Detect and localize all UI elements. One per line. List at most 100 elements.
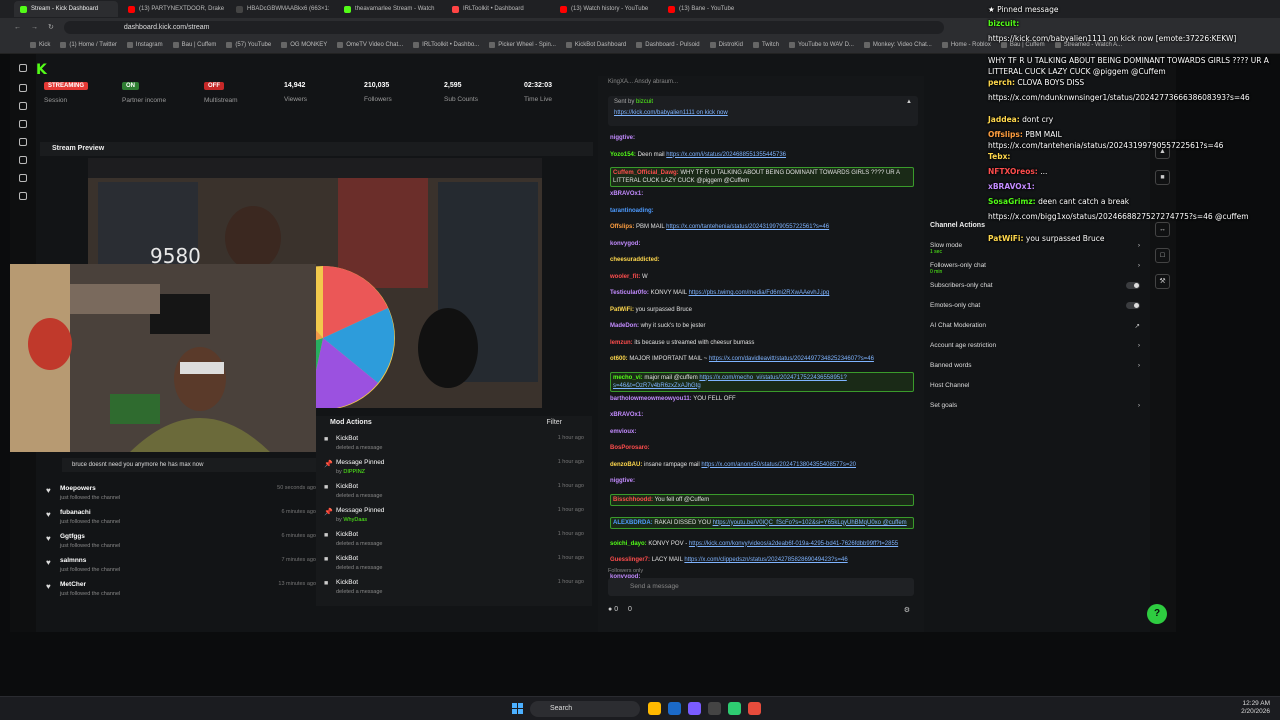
bookmark-item[interactable]: OmeTV Video Chat... <box>337 41 403 48</box>
bookmark-item[interactable]: Monkey: Video Chat... <box>863 41 932 48</box>
trophy-icon[interactable] <box>19 120 27 128</box>
channel-action-item[interactable]: Set goals › <box>930 402 1144 409</box>
browser-tab[interactable]: IRLToolkit • Dashboard <box>446 1 550 17</box>
chat-message[interactable]: ot600: MAJOR IMPORTANT MAIL ~ https://x.… <box>610 355 914 363</box>
chat-message[interactable]: ALEXBDRDA: RAKAI DISSED YOU https://yout… <box>610 516 914 529</box>
chat-emote-icon[interactable]: ● <box>608 606 612 613</box>
chat-link[interactable]: https://kick.com/konvy/videos/a2deab6f-0… <box>689 541 898 547</box>
chat-username[interactable]: Testicular0fo: <box>610 290 649 296</box>
chat-username[interactable]: Yozo154: <box>610 152 636 158</box>
follower-name[interactable]: MetCher <box>60 581 86 588</box>
follower-name[interactable]: fubanachi <box>60 509 91 516</box>
chat-message[interactable]: bartholowmeowmeowyou11: YOU FELL OFF <box>610 395 914 403</box>
chat-message[interactable]: BosPorosaro: <box>610 444 914 452</box>
mod-action-item[interactable]: ■ KickBot deleted a message 1 hour ago <box>316 432 592 456</box>
discord-icon[interactable] <box>688 702 701 715</box>
chat-message[interactable]: konvygod: <box>610 240 914 248</box>
kick-app-icon[interactable] <box>728 702 741 715</box>
pinned-message[interactable]: Sent by bizcuit https://kick.com/babyali… <box>608 96 918 126</box>
chat-username[interactable]: PatWiFi: <box>610 307 634 313</box>
chat-message[interactable]: mecho_vi: major mail @cuffem https://x.c… <box>610 371 914 392</box>
app-icon[interactable] <box>708 702 721 715</box>
chat-username[interactable]: denzoBAU: <box>610 462 642 468</box>
analytics-icon[interactable] <box>19 102 27 110</box>
mod-action-item[interactable]: 📌 Message Pinned by DIPPINZ 1 hour ago <box>316 456 592 480</box>
chat-username[interactable]: cheesuraddicted: <box>610 257 660 263</box>
chat-username[interactable]: soichi_dayo: <box>610 541 647 547</box>
reload-icon[interactable]: ↻ <box>48 23 54 31</box>
media-icon[interactable]: □ <box>1155 248 1170 263</box>
chat-message[interactable]: PatWiFi: you surpassed Bruce <box>610 306 914 314</box>
bookmark-item[interactable]: OG MONKEY <box>281 41 327 48</box>
chat-link[interactable]: https://x.com/i/status/20246885513554457… <box>666 152 786 158</box>
chat-username[interactable]: lemzun: <box>610 340 633 346</box>
bookmark-item[interactable]: IRLToolkit • Dashbo... <box>413 41 479 48</box>
chrome-icon[interactable] <box>648 702 661 715</box>
chat-username[interactable]: niggtive: <box>610 478 635 484</box>
bookmark-item[interactable]: (57) YouTube <box>226 41 271 48</box>
chat-message[interactable]: emvioux: <box>610 428 914 436</box>
chat-username[interactable]: ot600: <box>610 356 628 362</box>
browser-tab[interactable]: (13) PARTYNEXTDOOR, Drake <box>122 1 226 17</box>
partner-badge[interactable]: ON <box>122 82 139 90</box>
follower-name[interactable]: Ggtfggs <box>60 533 85 540</box>
bookmark-item[interactable]: KickBot Dashboard <box>565 41 626 48</box>
bookmark-item[interactable]: Twitch <box>752 41 779 48</box>
mod-action-item[interactable]: ■ KickBot deleted a message 1 hour ago <box>316 480 592 504</box>
channel-action-item[interactable]: Emotes-only chat <box>930 302 1144 309</box>
follower-name[interactable]: Moepowers <box>60 485 96 492</box>
mod-action-item[interactable]: ■ KickBot deleted a message 1 hour ago <box>316 552 592 576</box>
mod-action-item[interactable]: ■ KickBot deleted a message 1 hour ago <box>316 576 592 600</box>
bookmark-item[interactable]: Dashboard - Pulsoid <box>636 41 700 48</box>
chat-message[interactable]: Yozo154: Deen mail https://x.com/i/statu… <box>610 151 914 159</box>
steam-icon[interactable] <box>668 702 681 715</box>
chat-username[interactable]: niggtive: <box>610 135 635 141</box>
chat-username[interactable]: Cuffem_Official_Dawg: <box>613 170 679 176</box>
mod-action-item[interactable]: 📌 Message Pinned by WhyDaas 1 hour ago <box>316 504 592 528</box>
follower-name[interactable]: salmnns <box>60 557 86 564</box>
chat-username[interactable]: wooler_fit: <box>610 274 640 280</box>
help-button[interactable]: ? <box>1147 604 1167 624</box>
unpin-icon[interactable]: ▲ <box>906 99 912 105</box>
chat-link[interactable]: https://x.com/davidleavitt/status/202449… <box>709 356 874 362</box>
chat-username[interactable]: MadeDon: <box>610 323 639 329</box>
channel-action-item[interactable]: Banned words › <box>930 362 1144 369</box>
channel-action-item[interactable]: Followers-only chat 0 min › <box>930 262 1144 275</box>
browser-tab[interactable]: (13) Watch history - YouTube <box>554 1 658 17</box>
toggle-switch[interactable] <box>1126 282 1140 289</box>
chat-username[interactable]: ALEXBDRDA: <box>613 520 653 526</box>
settings-icon[interactable] <box>19 138 27 146</box>
stream-icon[interactable] <box>19 84 27 92</box>
browser-tab[interactable]: (13) Bane - YouTube <box>662 1 766 17</box>
chat-username[interactable]: mecho_vi: <box>613 375 643 381</box>
chat-username[interactable]: BosPorosaro: <box>610 445 650 451</box>
chat-settings-icon[interactable]: ⚙ <box>904 606 910 614</box>
chat-message[interactable]: niggtive: <box>610 477 914 485</box>
chat-message[interactable]: Offslips: PBM MAIL https://x.com/tantehe… <box>610 223 914 231</box>
download-icon[interactable] <box>19 192 27 200</box>
bookmark-item[interactable]: Instagram <box>126 41 163 48</box>
chat-link[interactable]: https://pbs.twimg.com/media/Fd6mi2RXwAAe… <box>689 290 830 296</box>
back-icon[interactable]: ← <box>14 24 21 31</box>
channel-action-item[interactable]: Subscribers-only chat <box>930 282 1144 289</box>
chat-message[interactable]: niggtive: <box>610 134 914 142</box>
taskbar-search[interactable]: Search <box>530 701 640 717</box>
tools-icon[interactable]: ⚒ <box>1155 274 1170 289</box>
multistream-badge[interactable]: OFF <box>204 82 224 90</box>
bookmark-item[interactable]: (1) Home / Twitter <box>60 41 117 48</box>
chat-username[interactable]: xBRAVOx1: <box>610 191 643 197</box>
chat-message[interactable]: lemzun: its because u streamed with chee… <box>610 339 914 347</box>
toggle-switch[interactable] <box>1126 302 1140 309</box>
chat-message[interactable]: Guesslinger7: LACY MAIL https://x.com/cl… <box>610 556 914 564</box>
chrome-active-icon[interactable] <box>748 702 761 715</box>
community-icon[interactable] <box>19 174 27 182</box>
browser-tab[interactable]: Stream - Kick Dashboard <box>14 1 118 17</box>
pinned-link[interactable]: https://kick.com/babyalien1111 on kick n… <box>614 110 728 116</box>
bookmark-item[interactable]: Picker Wheel - Spin... <box>489 41 556 48</box>
chat-username[interactable]: Guesslinger7: <box>610 557 650 563</box>
channel-action-item[interactable]: Account age restriction › <box>930 342 1144 349</box>
chat-username[interactable]: xBRAVOx1: <box>610 412 643 418</box>
chat-message[interactable]: cheesuraddicted: <box>610 256 914 264</box>
bookmark-item[interactable]: YouTube to WAV D... <box>788 41 854 48</box>
channel-action-item[interactable]: AI Chat Moderation ↗ <box>930 322 1144 330</box>
